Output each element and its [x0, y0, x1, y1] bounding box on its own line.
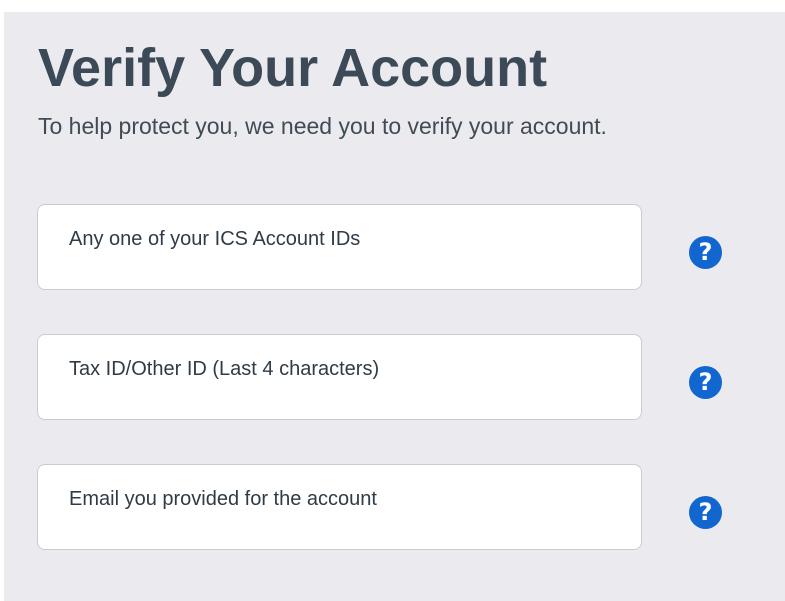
- account-id-input[interactable]: [37, 204, 642, 290]
- tax-id-input[interactable]: [37, 334, 642, 420]
- email-input[interactable]: [37, 464, 642, 550]
- account-id-help-icon[interactable]: ?: [689, 236, 722, 269]
- email-help-icon[interactable]: ?: [689, 496, 722, 529]
- page-subtitle: To help protect you, we need you to veri…: [38, 113, 607, 139]
- page-title: Verify Your Account: [38, 38, 548, 98]
- tax-id-help-icon[interactable]: ?: [689, 366, 722, 399]
